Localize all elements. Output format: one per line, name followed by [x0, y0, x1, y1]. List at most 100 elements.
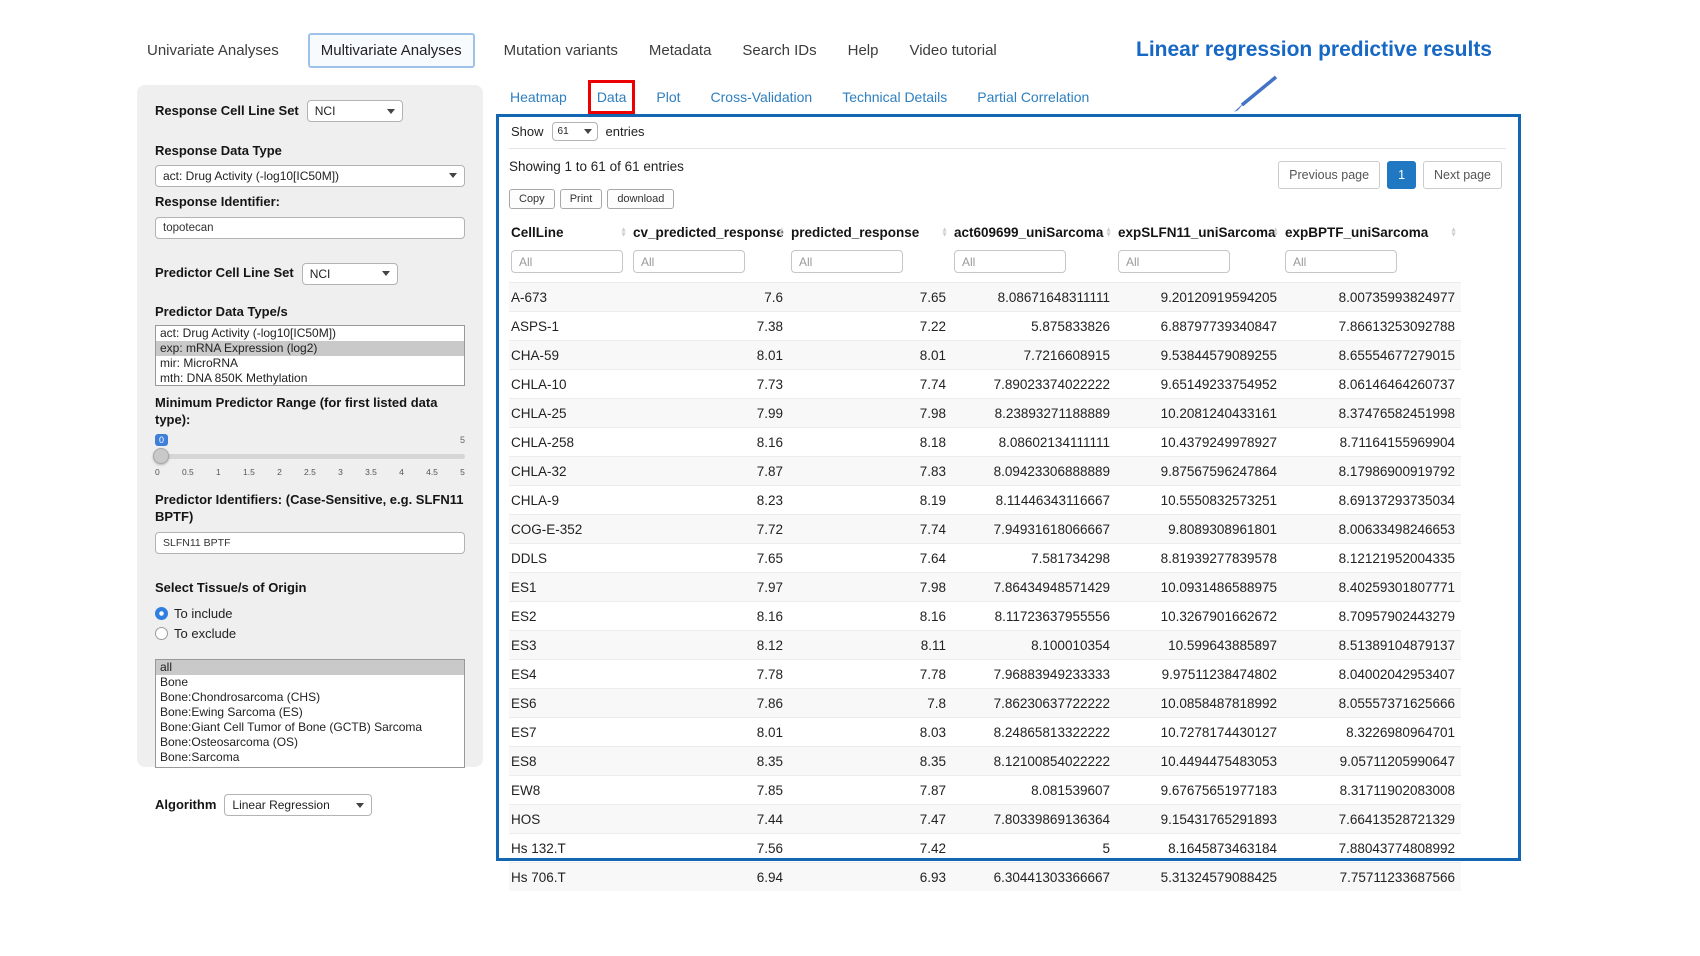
cell-value: 8.18: [789, 428, 952, 457]
predictor-option-act-drug-activity-log10-ic50m[interactable]: act: Drug Activity (-log10[IC50M]): [156, 326, 464, 341]
nav-item-mutation-variants[interactable]: Mutation variants: [502, 35, 620, 66]
response-cell-line-set-select[interactable]: NCI: [307, 100, 403, 122]
table-row[interactable]: EW87.857.878.0815396079.676756519771838.…: [509, 776, 1461, 805]
print-button[interactable]: Print: [560, 189, 603, 209]
slider-thumb[interactable]: [153, 448, 169, 464]
cell-value: 10.2081240433161: [1116, 399, 1283, 428]
predictor-cell-line-set-select[interactable]: NCI: [302, 263, 398, 285]
table-row[interactable]: COG-E-3527.727.747.949316180666679.80893…: [509, 515, 1461, 544]
table-row[interactable]: CHLA-327.877.838.094233068888899.8756759…: [509, 457, 1461, 486]
previous-page-button[interactable]: Previous page: [1278, 161, 1380, 189]
table-row[interactable]: ES17.977.987.8643494857142910.0931486588…: [509, 573, 1461, 602]
download-button[interactable]: download: [607, 189, 674, 209]
tab-partial-correlation[interactable]: Partial Correlation: [977, 89, 1089, 105]
cell-value: 7.96883949233333: [952, 660, 1116, 689]
table-row[interactable]: ES47.787.787.968839492333339.97511238474…: [509, 660, 1461, 689]
sort-icon[interactable]: ▲▼: [1272, 227, 1279, 238]
tissue-option-bone-sarcoma[interactable]: Bone:Sarcoma: [156, 750, 464, 765]
table-row[interactable]: Hs 706.T6.946.936.304413033666675.313245…: [509, 863, 1461, 892]
column-header-cellline[interactable]: CellLine▲▼: [509, 217, 631, 248]
table-row[interactable]: ES28.168.168.1172363795555610.3267901662…: [509, 602, 1461, 631]
nav-item-univariate-analyses[interactable]: Univariate Analyses: [145, 35, 281, 66]
table-row[interactable]: A-6737.67.658.086716483111119.2012091959…: [509, 283, 1461, 312]
tissue-include-label: To include: [174, 606, 233, 621]
nav-item-metadata[interactable]: Metadata: [647, 35, 714, 66]
tissue-option-bone-ewing-sarcoma-es[interactable]: Bone:Ewing Sarcoma (ES): [156, 705, 464, 720]
filter-input-cellline[interactable]: [511, 250, 623, 273]
table-row[interactable]: ASPS-17.387.225.8758338266.8879773934084…: [509, 312, 1461, 341]
predictor-data-types-listbox[interactable]: act: Drug Activity (-log10[IC50M])exp: m…: [155, 325, 465, 386]
tissue-listbox[interactable]: allBoneBone:Chondrosarcoma (CHS)Bone:Ewi…: [155, 659, 465, 768]
tab-heatmap[interactable]: Heatmap: [510, 89, 567, 105]
tissue-exclude-radio[interactable]: To exclude: [155, 626, 465, 641]
tissue-option-all[interactable]: all: [156, 660, 464, 675]
table-filter-row: [509, 248, 1461, 283]
sort-icon[interactable]: ▲▼: [778, 227, 785, 238]
predictor-option-mir-microrna[interactable]: mir: MicroRNA: [156, 356, 464, 371]
table-row[interactable]: CHLA-98.238.198.1144634311666710.5550832…: [509, 486, 1461, 515]
page-1-button[interactable]: 1: [1387, 161, 1416, 189]
table-row[interactable]: Hs 132.T7.567.4258.16458734631847.880437…: [509, 834, 1461, 863]
column-label: predicted_response: [791, 225, 919, 240]
table-row[interactable]: ES67.867.87.8623063772222210.08584878189…: [509, 689, 1461, 718]
nav-item-help[interactable]: Help: [846, 35, 881, 66]
filter-input-expbptf-unisarcoma[interactable]: [1285, 250, 1397, 273]
tissue-option-bone-chondrosarcoma-chs[interactable]: Bone:Chondrosarcoma (CHS): [156, 690, 464, 705]
cell-line-name: CHLA-32: [509, 457, 631, 486]
response-data-type-select[interactable]: act: Drug Activity (-log10[IC50M]): [155, 165, 465, 187]
next-page-button[interactable]: Next page: [1423, 161, 1502, 189]
tissue-option-bone[interactable]: Bone: [156, 675, 464, 690]
filter-input-expslfn11-unisarcoma[interactable]: [1118, 250, 1230, 273]
cell-value: 8.35: [789, 747, 952, 776]
table-row[interactable]: CHA-598.018.017.72166089159.538445790892…: [509, 341, 1461, 370]
table-row[interactable]: CHLA-2588.168.188.0860213411111110.43792…: [509, 428, 1461, 457]
sort-icon[interactable]: ▲▼: [941, 227, 948, 238]
column-header-cv-predicted-response[interactable]: cv_predicted_response▲▼: [631, 217, 789, 248]
show-entries-select[interactable]: 61: [552, 122, 598, 141]
column-header-expbptf-unisarcoma[interactable]: expBPTF_uniSarcoma▲▼: [1283, 217, 1461, 248]
show-entries-row: Show 61 entries: [509, 120, 1506, 149]
cell-value: 9.97511238474802: [1116, 660, 1283, 689]
predictor-option-exp-mrna-expression-log2[interactable]: exp: mRNA Expression (log2): [156, 341, 464, 356]
tab-technical-details[interactable]: Technical Details: [842, 89, 947, 105]
column-header-act609699-unisarcoma[interactable]: act609699_uniSarcoma▲▼: [952, 217, 1116, 248]
min-range-slider[interactable]: 0 5 00.511.522.533.544.55: [155, 434, 465, 484]
tissue-option-peripheral-nervous-system[interactable]: Peripheral_Nervous_System: [156, 765, 464, 768]
cell-value: 7.88043774808992: [1283, 834, 1461, 863]
table-row[interactable]: ES38.128.118.10001035410.5996438858978.5…: [509, 631, 1461, 660]
predictor-option-mth-dna-850k-methylation[interactable]: mth: DNA 850K Methylation: [156, 371, 464, 386]
tab-cross-validation[interactable]: Cross-Validation: [711, 89, 813, 105]
nav-item-search-ids[interactable]: Search IDs: [740, 35, 818, 66]
tissue-include-radio[interactable]: To include: [155, 606, 465, 621]
table-row[interactable]: CHLA-107.737.747.890233740222229.6514923…: [509, 370, 1461, 399]
column-header-predicted-response[interactable]: predicted_response ▲▼: [789, 217, 952, 248]
predictor-identifiers-input[interactable]: [155, 532, 465, 554]
sort-icon[interactable]: ▲▼: [1450, 227, 1457, 238]
response-identifier-input[interactable]: [155, 217, 465, 239]
nav-item-video-tutorial[interactable]: Video tutorial: [907, 35, 998, 66]
sidebar: Response Cell Line Set NCI Response Data…: [137, 85, 483, 767]
cell-value: 7.66413528721329: [1283, 805, 1461, 834]
tab-plot[interactable]: Plot: [656, 89, 680, 105]
tissue-option-bone-giant-cell-tumor-of-bone-gctb-sarcoma[interactable]: Bone:Giant Cell Tumor of Bone (GCTB) Sar…: [156, 720, 464, 735]
filter-input-predicted-response[interactable]: [791, 250, 903, 273]
slider-track[interactable]: [155, 454, 465, 459]
tab-data[interactable]: Data: [597, 89, 627, 105]
filter-input-cv-predicted-response[interactable]: [633, 250, 745, 273]
sort-icon[interactable]: ▲▼: [620, 227, 627, 238]
cell-value: 7.98: [789, 573, 952, 602]
table-row[interactable]: DDLS7.657.647.5817342988.819392778395788…: [509, 544, 1461, 573]
filter-input-act609699-unisarcoma[interactable]: [954, 250, 1066, 273]
column-header-expslfn11-unisarcoma[interactable]: expSLFN11_uniSarcoma▲▼: [1116, 217, 1283, 248]
table-row[interactable]: ES78.018.038.2486581332222210.7278174430…: [509, 718, 1461, 747]
algorithm-select[interactable]: Linear Regression: [224, 794, 372, 816]
tissue-option-bone-osteosarcoma-os[interactable]: Bone:Osteosarcoma (OS): [156, 735, 464, 750]
cell-line-name: ES1: [509, 573, 631, 602]
sort-icon[interactable]: ▲▼: [1105, 227, 1112, 238]
copy-button[interactable]: Copy: [509, 189, 555, 209]
cell-value: 7.38: [631, 312, 789, 341]
table-row[interactable]: HOS7.447.477.803398691363649.15431765291…: [509, 805, 1461, 834]
table-row[interactable]: ES88.358.358.1210085402222210.4494475483…: [509, 747, 1461, 776]
nav-item-multivariate-analyses[interactable]: Multivariate Analyses: [308, 33, 475, 68]
table-row[interactable]: CHLA-257.997.988.2389327118888910.208124…: [509, 399, 1461, 428]
